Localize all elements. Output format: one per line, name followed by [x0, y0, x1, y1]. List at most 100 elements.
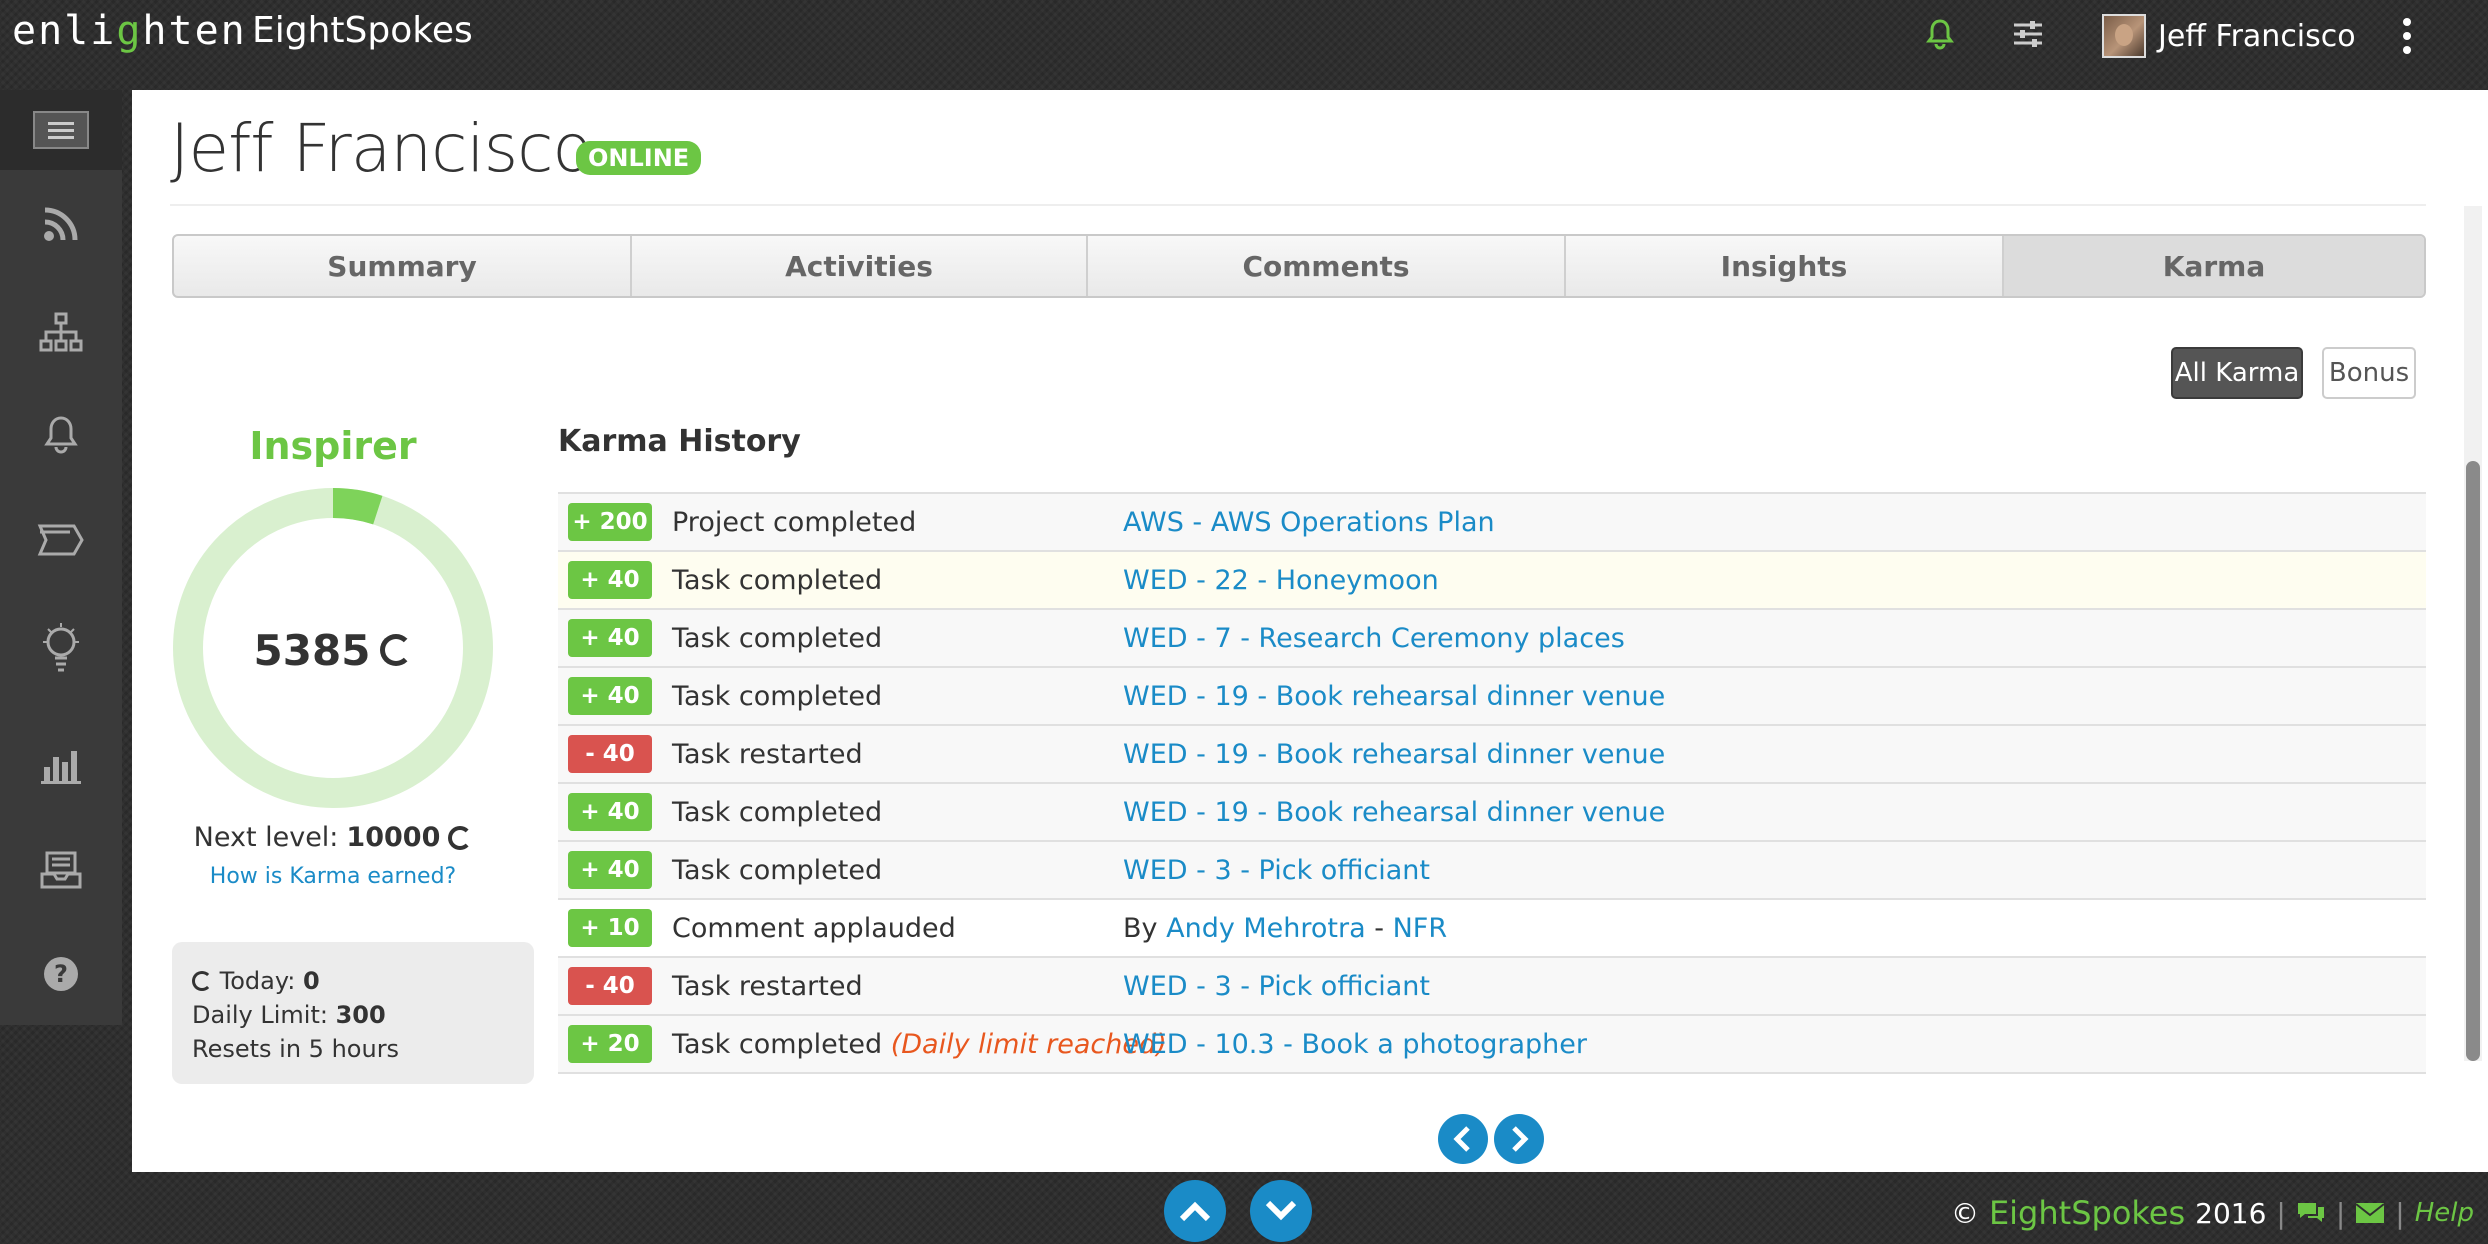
avatar	[2102, 14, 2146, 58]
chevron-up-icon	[1179, 1201, 1211, 1222]
page-scrollbar[interactable]	[2464, 206, 2482, 1061]
karma-history-table: + 200 Project completed AWS - AWS Operatio…	[558, 492, 2426, 1074]
tab-summary[interactable]: Summary	[174, 236, 632, 296]
sidebar: ?	[0, 90, 122, 1025]
footer-brand-link[interactable]: EightSpokes	[1989, 1194, 2185, 1232]
bar-chart-icon[interactable]	[31, 735, 91, 795]
by-label: By	[1123, 912, 1158, 944]
karma-points-badge: + 10	[568, 909, 652, 947]
today-label: Today:	[219, 967, 296, 995]
feed-rss-icon[interactable]	[31, 194, 91, 254]
page-title: Jeff Francisco	[170, 110, 593, 187]
tab-comments[interactable]: Comments	[1088, 236, 1566, 296]
task-link[interactable]: WED - 19 - Book rehearsal dinner venue	[1123, 797, 1665, 828]
how-karma-earned-link[interactable]: How is Karma earned?	[172, 864, 494, 889]
more-menu-icon[interactable]	[2392, 14, 2422, 58]
sidebar-toggle-button[interactable]	[0, 90, 122, 170]
karma-event-target: WED - 22 - Honeymoon	[1123, 565, 1439, 596]
profile-tabs: Summary Activities Comments Insights Kar…	[172, 234, 2426, 298]
help-question-icon[interactable]: ?	[31, 944, 91, 1004]
karma-points-badge: - 40	[568, 967, 652, 1005]
karma-icon	[380, 634, 413, 666]
karma-icon	[192, 971, 212, 991]
karma-event-description: Task completed	[672, 855, 882, 886]
tab-karma[interactable]: Karma	[2004, 236, 2424, 296]
karma-icon	[448, 825, 473, 850]
event-text: Comment applauded	[672, 912, 956, 944]
scroll-up-button[interactable]	[1164, 1180, 1226, 1242]
table-row: + 40 Task completed WED - 3 - Pick officia…	[558, 842, 2426, 900]
chevron-left-icon	[1453, 1126, 1470, 1152]
karma-event-description: Task restarted	[672, 739, 863, 770]
karma-points-badge: + 40	[568, 561, 652, 599]
bonus-filter-button[interactable]: Bonus	[2322, 347, 2416, 399]
user-link[interactable]: Andy Mehrotra	[1166, 913, 1366, 944]
karma-event-description: Task completed	[672, 797, 882, 828]
event-text: Task completed	[672, 622, 883, 654]
next-page-button[interactable]	[1494, 1114, 1544, 1164]
all-karma-filter-button[interactable]: All Karma	[2171, 347, 2303, 399]
daily-limit-label: Daily Limit:	[192, 1001, 328, 1029]
task-link[interactable]: WED - 22 - Honeymoon	[1123, 565, 1439, 596]
bottom-scroll-nav	[1164, 1180, 1312, 1242]
karma-event-target: AWS - AWS Operations Plan	[1123, 507, 1495, 538]
karma-event-description: Task completed (Daily limit reached)	[672, 1029, 1167, 1060]
footer-separator: |	[2335, 1196, 2346, 1230]
tab-activities[interactable]: Activities	[632, 236, 1088, 296]
user-menu[interactable]: Jeff Francisco	[2102, 14, 2356, 58]
karma-event-target: WED - 7 - Research Ceremony places	[1123, 623, 1625, 654]
table-row: + 40 Task completed WED - 22 - Honeymoon	[558, 552, 2426, 610]
event-text: Task restarted	[672, 738, 863, 770]
daily-limit-value: 300	[335, 1001, 386, 1029]
org-chart-icon[interactable]	[31, 302, 91, 362]
event-text: Task restarted	[672, 970, 863, 1002]
scroll-down-button[interactable]	[1250, 1180, 1312, 1242]
event-text: Task completed	[672, 680, 883, 712]
karma-points-badge: + 40	[568, 619, 652, 657]
task-link[interactable]: WED - 3 - Pick officiant	[1123, 971, 1430, 1002]
tab-insights[interactable]: Insights	[1566, 236, 2004, 296]
task-link[interactable]: WED - 10.3 - Book a photographer	[1123, 1029, 1587, 1060]
bell-icon[interactable]	[31, 404, 91, 464]
app-logo[interactable]: enlighten	[12, 8, 247, 54]
event-text: Task completed	[672, 564, 883, 596]
mail-icon[interactable]	[2355, 1202, 2385, 1224]
karma-points-badge: - 40	[568, 735, 652, 773]
karma-event-target: WED - 10.3 - Book a photographer	[1123, 1029, 1587, 1060]
project-link[interactable]: NFR	[1393, 913, 1448, 944]
insights-lightbulb-icon[interactable]	[31, 618, 91, 678]
company-name[interactable]: EightSpokes	[252, 10, 473, 51]
chevron-right-icon	[1512, 1126, 1529, 1152]
daily-limit-line: Daily Limit: 300	[192, 998, 514, 1032]
karma-event-target: By Andy Mehrotra - NFR	[1123, 913, 1447, 944]
archive-tray-icon[interactable]	[31, 840, 91, 900]
user-name: Jeff Francisco	[2158, 18, 2356, 54]
event-text: Project completed	[672, 506, 917, 538]
karma-event-target: WED - 19 - Book rehearsal dinner venue	[1123, 797, 1665, 828]
status-badge: ONLINE	[576, 141, 702, 175]
table-row: + 20 Task completed (Daily limit reached)…	[558, 1016, 2426, 1074]
task-link[interactable]: WED - 7 - Research Ceremony places	[1123, 623, 1625, 654]
today-line: Today: 0	[192, 964, 514, 998]
svg-text:?: ?	[54, 960, 68, 988]
karma-event-description: Task restarted	[672, 971, 863, 1002]
karma-event-target: WED - 3 - Pick officiant	[1123, 855, 1430, 886]
task-link[interactable]: AWS - AWS Operations Plan	[1123, 507, 1495, 538]
tag-icon[interactable]	[31, 510, 91, 570]
task-link[interactable]: WED - 19 - Book rehearsal dinner venue	[1123, 739, 1665, 770]
previous-page-button[interactable]	[1438, 1114, 1488, 1164]
chat-icon[interactable]	[2296, 1200, 2326, 1226]
task-link[interactable]: WED - 3 - Pick officiant	[1123, 855, 1430, 886]
top-bar: enlighten EightSpokes Jeff Francisco	[0, 0, 2488, 78]
divider	[170, 204, 2426, 206]
settings-sliders-icon[interactable]	[2008, 14, 2048, 54]
pager	[1438, 1114, 1544, 1164]
karma-points-badge: + 40	[568, 677, 652, 715]
table-row: + 40 Task completed WED - 7 - Research Cer…	[558, 610, 2426, 668]
table-row: + 10 Comment applauded By Andy Mehrotra - …	[558, 900, 2426, 958]
task-link[interactable]: WED - 19 - Book rehearsal dinner venue	[1123, 681, 1665, 712]
today-value: 0	[303, 967, 320, 995]
help-link[interactable]: Help	[2415, 1198, 2474, 1228]
footer: © EightSpokes 2016 | | | Help	[1951, 1194, 2474, 1232]
notifications-bell-icon[interactable]	[1920, 14, 1960, 54]
